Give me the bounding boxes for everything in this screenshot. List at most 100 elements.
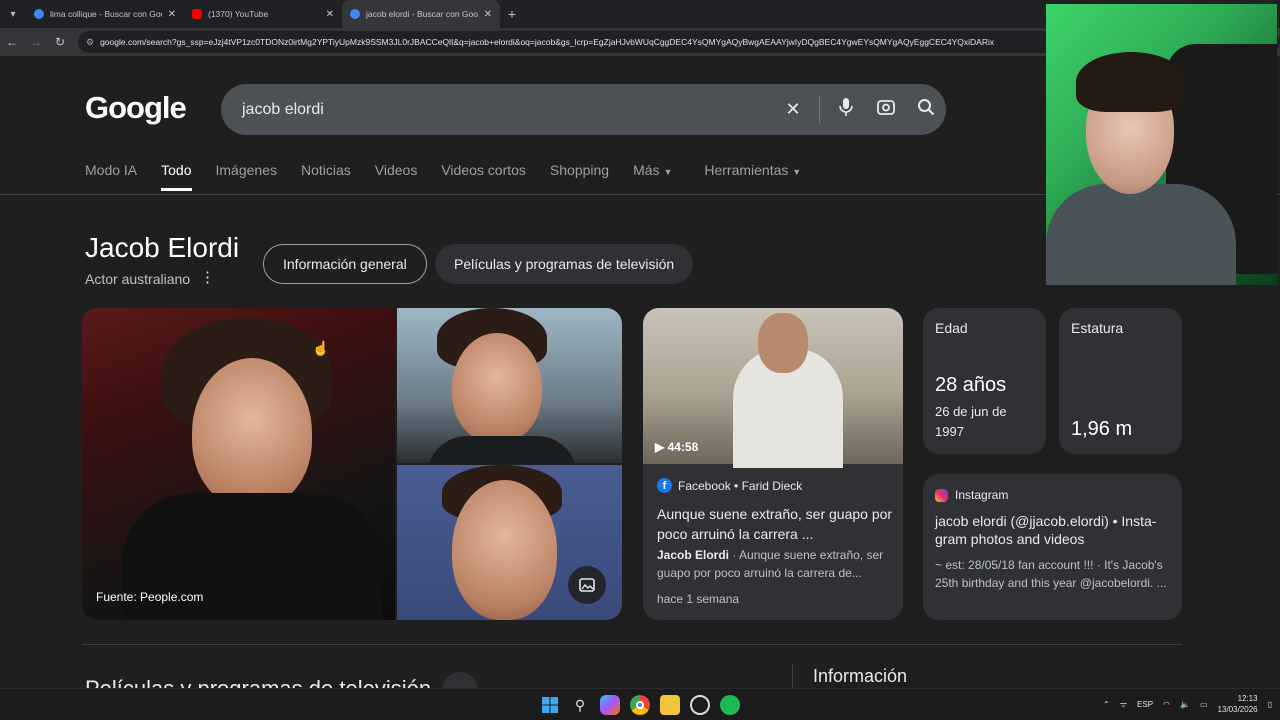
chevron-up-icon[interactable]: ⌃ [1103, 700, 1110, 709]
spotify-icon[interactable] [720, 695, 740, 715]
search-icon[interactable] [906, 98, 946, 121]
close-tab-icon[interactable]: ✕ [168, 9, 176, 20]
instagram-icon [935, 489, 948, 502]
image-icon [579, 578, 595, 592]
chip-peliculas[interactable]: Películas y programas de televisión [435, 244, 694, 284]
tab-title: lima collique - Buscar con Google [50, 9, 162, 19]
photo-source: Fuente: People.com [96, 590, 204, 604]
browser-tab-active[interactable]: jacob elordi - Buscar con Google ✕ [342, 0, 500, 28]
photo-face-shape [452, 480, 557, 620]
instagram-snippet: ~ est: 28/05/18 fan account !!! · It's J… [935, 558, 1167, 590]
site-info-icon[interactable]: ⚙ [86, 37, 94, 48]
system-tray: ⌃ ᯤ ESP ◠ 🔈 ▭ 12:13 13/03/2026 ▯ [1103, 693, 1272, 715]
tab-mas[interactable]: Más ▼ [633, 162, 672, 191]
fact-age-card[interactable]: Edad 28 años 26 de jun de 1997 [923, 308, 1046, 454]
photo-top-right[interactable] [397, 308, 622, 463]
search-icon[interactable]: ⚲ [570, 695, 590, 715]
entity-title: Jacob Elordi [85, 232, 240, 263]
tab-shopping[interactable]: Shopping [550, 162, 609, 191]
photo-face-shape [452, 333, 542, 443]
tab-modo-ia[interactable]: Modo IA [85, 162, 137, 191]
video-source: f Facebook • Farid Dieck [657, 478, 802, 493]
tab-mas-label: Más [633, 162, 660, 178]
video-card[interactable]: ▶ 44:58 f Facebook • Farid Dieck Aunque … [643, 308, 903, 620]
section-divider [82, 644, 1182, 645]
image-gallery-button[interactable] [568, 566, 606, 604]
more-options-icon[interactable]: ⋮ [200, 268, 215, 286]
main-photo[interactable]: Fuente: People.com [82, 308, 395, 620]
photo-bottom-right[interactable] [397, 465, 622, 620]
volume-icon[interactable]: 🔈 [1180, 700, 1190, 709]
battery-icon[interactable]: ▭ [1200, 700, 1208, 709]
webcam-person-body [1046, 184, 1236, 285]
tab-videos[interactable]: Videos [375, 162, 418, 191]
youtube-favicon-icon [192, 9, 202, 19]
video-duration-text: 44:58 [667, 440, 699, 454]
fact-height-value: 1,96 m [1071, 418, 1133, 440]
network-icon[interactable]: ᯤ [1120, 699, 1127, 710]
photo-face-shape [192, 358, 312, 508]
google-logo[interactable]: Google [85, 90, 187, 126]
facebook-icon: f [657, 478, 672, 493]
google-favicon-icon [34, 9, 44, 19]
fact-age-value: 28 años [935, 374, 1007, 396]
section-info-title: Información [813, 666, 908, 686]
microphone-icon[interactable] [826, 97, 866, 122]
lens-icon[interactable] [866, 97, 906, 122]
video-source-text: Facebook • Farid Dieck [678, 478, 803, 493]
browser-tab[interactable]: lima collique - Buscar con Google ✕ [26, 0, 184, 28]
section-films-title[interactable]: Películas y programas de televisión [85, 676, 431, 688]
language-indicator[interactable]: ESP [1137, 700, 1153, 709]
tab-noticias[interactable]: Noticias [301, 162, 351, 191]
back-icon[interactable]: ← [0, 35, 24, 49]
clock-time: 12:13 [1237, 694, 1258, 703]
tab-herramientas-label: Herramientas [704, 162, 789, 178]
new-tab-button[interactable]: + [500, 0, 524, 28]
close-tab-icon[interactable]: ✕ [326, 9, 334, 20]
entity-subtitle: Actor australiano [85, 271, 191, 287]
chevron-down-icon: ▼ [792, 167, 802, 177]
tab-search-button[interactable]: ▾ [0, 0, 26, 28]
obs-icon[interactable] [690, 695, 710, 715]
search-divider [819, 95, 820, 124]
tab-herramientas[interactable]: Herramientas ▼ [704, 162, 801, 191]
clear-icon[interactable]: ✕ [773, 99, 813, 120]
notifications-icon[interactable]: ▯ [1268, 700, 1272, 709]
instagram-source: Instagram [955, 488, 1009, 502]
taskbar-apps: ⚲ [540, 695, 740, 715]
chrome-center-icon [636, 701, 644, 709]
section-vertical-divider [792, 664, 793, 688]
video-time: hace 1 semana [657, 592, 740, 606]
photo-suit-shape [427, 436, 577, 463]
search-input[interactable]: jacob elordi [242, 101, 773, 119]
tab-videos-cortos[interactable]: Videos cortos [441, 162, 526, 191]
search-box[interactable]: jacob elordi ✕ [221, 84, 946, 135]
windows-taskbar: ⚲ ⌃ ᯤ ESP ◠ 🔈 ▭ 12:13 13/03/2026 ▯ [0, 688, 1280, 720]
fact-height-label: Estatura [1071, 320, 1124, 336]
mouse-cursor-icon: ☝ [312, 340, 330, 356]
clock[interactable]: 12:13 13/03/2026 [1218, 693, 1258, 715]
tab-todo[interactable]: Todo [161, 162, 192, 191]
video-snippet: Jacob Elordi · Aunque suene extraño, ser… [657, 546, 893, 582]
video-title[interactable]: Aunque suene extraño, ser guapo por poco… [657, 504, 893, 544]
forward-icon[interactable]: → [24, 35, 48, 49]
chrome-icon[interactable] [630, 695, 650, 715]
instagram-title[interactable]: jacob elordi (@jjacob.elordi) • Insta-gr… [935, 512, 1175, 548]
reload-icon[interactable]: ↻ [48, 35, 72, 49]
browser-tab[interactable]: (1370) YouTube ✕ [184, 0, 342, 28]
chevron-right-icon[interactable]: › [442, 672, 478, 688]
tab-imagenes[interactable]: Imágenes [216, 162, 277, 191]
fact-height-card[interactable]: Estatura 1,96 m [1059, 308, 1182, 454]
wifi-icon[interactable]: ◠ [1163, 700, 1170, 709]
windows-start-icon[interactable] [540, 695, 560, 715]
file-explorer-icon[interactable] [660, 695, 680, 715]
webcam-person-hair [1076, 52, 1186, 112]
url-text: google.com/search?gs_ssp=eJzj4tVP1zc0TDO… [100, 37, 995, 47]
video-thumbnail[interactable]: ▶ 44:58 [643, 308, 903, 468]
webcam-overlay [1046, 4, 1277, 285]
instagram-card[interactable]: Instagram jacob elordi (@jjacob.elordi) … [923, 474, 1182, 620]
close-tab-icon[interactable]: ✕ [484, 9, 492, 20]
copilot-icon[interactable] [600, 695, 620, 715]
chip-informacion-general[interactable]: Información general [263, 244, 427, 284]
google-favicon-icon [350, 9, 360, 19]
